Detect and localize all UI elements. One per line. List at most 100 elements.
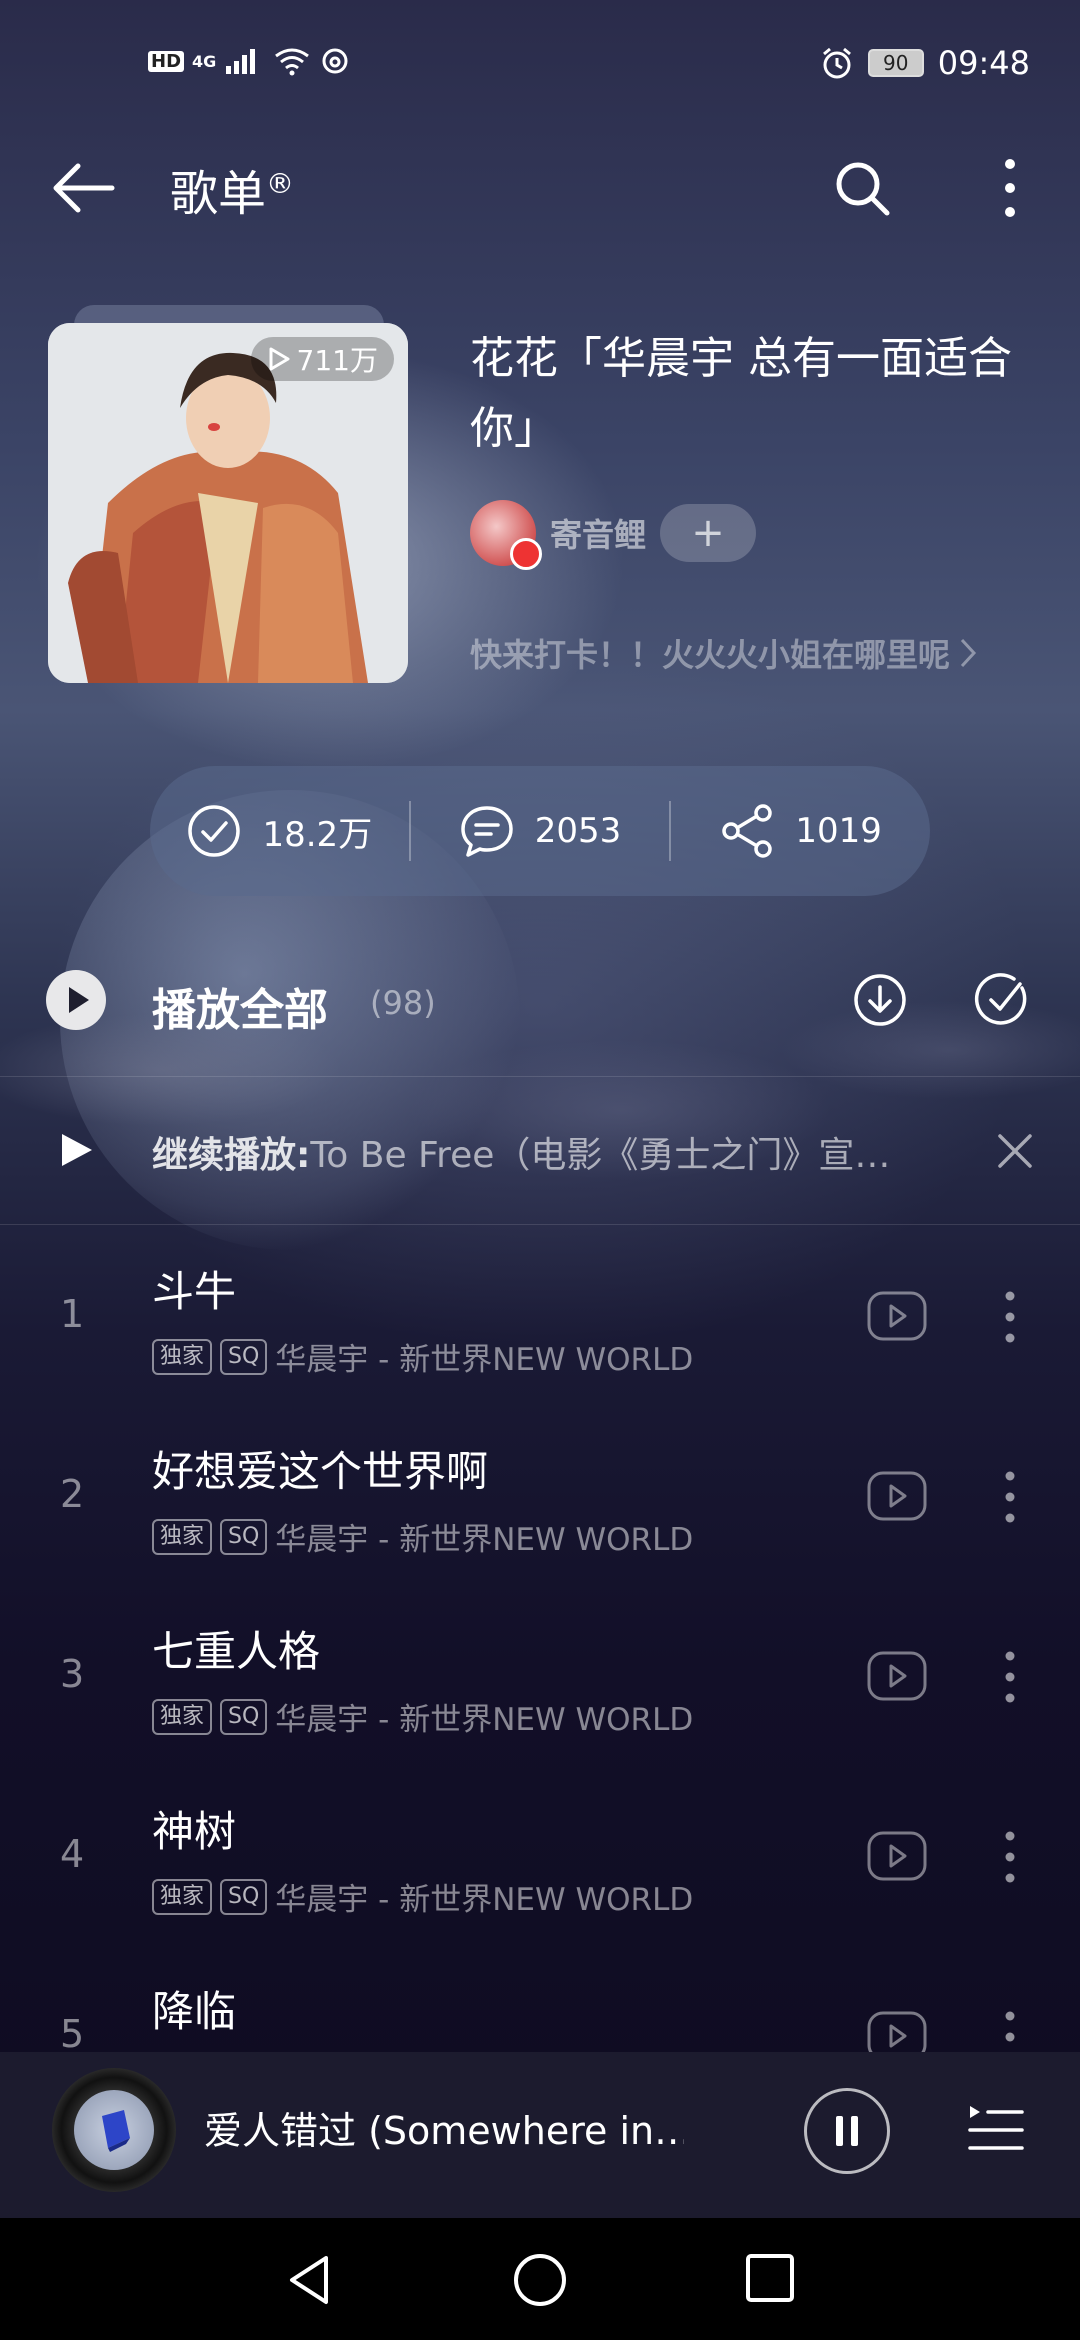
divider: [0, 1224, 1080, 1225]
nav-home-button[interactable]: [512, 2252, 568, 2308]
creator-row: 寄音鲤 +: [470, 500, 757, 570]
song-more-button[interactable]: [998, 2010, 1022, 2052]
play-count: 711万: [296, 344, 378, 377]
song-more-button[interactable]: [998, 1650, 1022, 1704]
resume-playback-row[interactable]: 继续播放:To Be Free（电影《勇士之门》宣…: [0, 1080, 1080, 1220]
play-outline-icon: [269, 347, 290, 371]
resume-play-button[interactable]: [56, 1130, 96, 1170]
chevron-right-icon: [960, 638, 977, 668]
alarm-icon: [822, 47, 851, 79]
song-artist-album: 华晨宇 - 新世界NEW WORLD: [275, 1882, 694, 1918]
mv-button[interactable]: [866, 1470, 928, 1522]
sq-tag: SQ: [220, 1518, 268, 1555]
play-count-badge: 711万: [250, 337, 394, 381]
search-icon: [836, 162, 890, 216]
collect-button[interactable]: 18.2万: [150, 801, 409, 861]
page-title-text: 歌单: [170, 166, 267, 222]
song-more-button[interactable]: [998, 1830, 1022, 1884]
song-title: 七重人格: [152, 1627, 321, 1676]
nav-recents-button[interactable]: [744, 2252, 796, 2304]
pause-button[interactable]: [804, 2088, 890, 2174]
resume-text: 继续播放:To Be Free（电影《勇士之门》宣…: [152, 1126, 952, 1178]
signal-type: 4G: [192, 51, 217, 71]
song-more-button[interactable]: [998, 1470, 1022, 1524]
creator-avatar[interactable]: [470, 500, 542, 570]
mv-button[interactable]: [866, 1830, 928, 1882]
more-vertical-icon: [1005, 1471, 1015, 1523]
album-art: [74, 2090, 154, 2170]
mini-player[interactable]: 爱人错过 (Somewhere in…: [0, 2052, 1080, 2218]
exclusive-tag: 独家: [152, 1698, 213, 1735]
more-options-button[interactable]: [990, 156, 1030, 220]
exclusive-tag: 独家: [152, 1338, 213, 1375]
nav-back-button[interactable]: [282, 2252, 338, 2308]
share-button[interactable]: 1019: [669, 801, 930, 861]
resume-close-button[interactable]: [996, 1132, 1034, 1170]
mv-button[interactable]: [866, 1290, 928, 1342]
playlist-title: 花花「华晨宇 总有一面适合你」: [470, 333, 1012, 454]
clock: 09:48: [937, 44, 1030, 82]
more-vertical-icon: [1005, 1291, 1015, 1343]
playlist-description[interactable]: 快来打卡！！火火火小姐在哪里呢: [470, 630, 978, 676]
video-play-icon: [867, 1651, 927, 1701]
more-vertical-icon: [1005, 159, 1015, 217]
triangle-back-icon: [290, 2256, 328, 2304]
registered-mark: ®: [266, 167, 295, 200]
search-button[interactable]: [832, 158, 892, 218]
more-vertical-icon: [1005, 2011, 1015, 2042]
video-play-icon: [867, 1291, 927, 1341]
share-count: 1019: [795, 811, 882, 851]
play-all-label: 播放全部: [152, 985, 328, 1036]
status-bar: HD 4G 90 09:48: [0, 0, 1080, 130]
sq-tag: SQ: [220, 1338, 268, 1375]
now-playing-disc[interactable]: [52, 2068, 176, 2192]
more-vertical-icon: [1005, 1831, 1015, 1883]
queue-button[interactable]: [966, 2102, 1026, 2158]
song-index: 3: [60, 1652, 85, 1696]
exclusive-tag: 独家: [152, 1878, 213, 1915]
hd-icon: HD: [148, 50, 185, 72]
song-more-button[interactable]: [998, 1290, 1022, 1344]
back-button[interactable]: [50, 160, 116, 216]
play-all-row[interactable]: 播放全部 (98): [0, 950, 1080, 1050]
check-circle-icon: [974, 973, 1027, 1025]
arrow-left-icon: [53, 163, 115, 213]
download-button[interactable]: [852, 972, 908, 1028]
creator-name[interactable]: 寄音鲤: [550, 510, 646, 556]
playlist-icon: [968, 2106, 1024, 2150]
battery-indicator: 90: [867, 49, 924, 77]
follow-plus-icon: +: [691, 510, 725, 556]
multi-select-button[interactable]: [974, 972, 1030, 1028]
mv-button[interactable]: [866, 1650, 928, 1702]
song-meta: 独家 SQ 华晨宇 - 新世界NEW WORLD: [152, 1514, 693, 1559]
comment-button[interactable]: 2053: [408, 801, 670, 861]
song-title: 好想爱这个世界啊: [152, 1447, 489, 1496]
follow-button[interactable]: +: [660, 504, 757, 562]
song-meta: 独家 SQ 华晨宇 - 新世界NEW WORLD: [152, 1694, 693, 1739]
song-row[interactable]: 3 七重人格 独家 SQ 华晨宇 - 新世界NEW WORLD: [0, 1586, 1080, 1766]
song-row[interactable]: 4 神树 独家 SQ 华晨宇 - 新世界NEW WORLD: [0, 1766, 1080, 1946]
status-left: HD 4G: [148, 46, 350, 76]
resume-prefix: 继续播放:: [152, 1135, 311, 1176]
play-all-icon[interactable]: [46, 970, 106, 1030]
collect-count: 18.2万: [262, 814, 373, 855]
song-row[interactable]: 1 斗牛 独家 SQ 华晨宇 - 新世界NEW WORLD: [0, 1226, 1080, 1406]
comment-count: 2053: [534, 811, 622, 851]
resume-track: To Be Free（电影《勇士之门》宣…: [310, 1135, 891, 1176]
netease-notify-icon: [322, 48, 348, 74]
divider: [0, 1076, 1080, 1077]
playlist-cover[interactable]: 711万: [48, 323, 408, 683]
video-play-icon: [867, 1831, 927, 1881]
song-title: 斗牛: [152, 1267, 237, 1316]
exclusive-tag: 独家: [152, 1518, 213, 1555]
song-artist-album: 华晨宇 - 新世界NEW WORLD: [275, 1702, 694, 1738]
song-row[interactable]: 5 降临: [0, 1946, 1080, 2052]
download-circle-icon: [854, 974, 906, 1026]
mv-button[interactable]: [866, 2010, 928, 2052]
share-icon: [722, 804, 773, 858]
video-play-icon: [867, 2011, 927, 2052]
song-title: 神树: [152, 1807, 237, 1856]
play-icon: [69, 987, 89, 1013]
song-row[interactable]: 2 好想爱这个世界啊 独家 SQ 华晨宇 - 新世界NEW WORLD: [0, 1406, 1080, 1586]
song-index: 5: [60, 2012, 85, 2052]
